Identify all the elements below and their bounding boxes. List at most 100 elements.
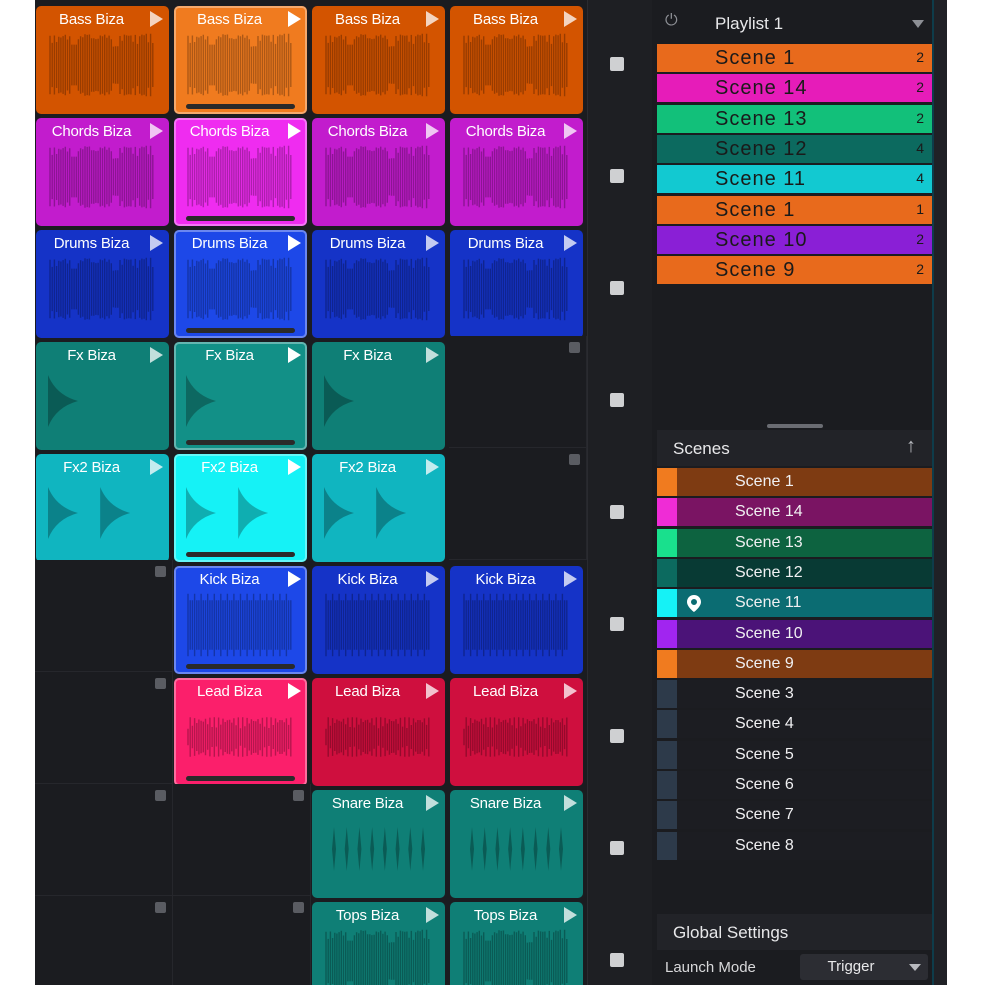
stop-icon[interactable] [155,902,166,913]
scene-stop-button[interactable] [610,729,624,743]
stop-icon[interactable] [569,454,580,465]
play-icon[interactable] [564,11,577,27]
play-icon[interactable] [288,683,301,699]
scene-item[interactable]: Scene 6 [657,771,932,799]
play-icon[interactable] [150,347,163,363]
clip-kick[interactable]: Kick Biza [312,566,445,674]
playlist-item[interactable]: Scene 11 4 [657,165,932,194]
clip-drums[interactable]: Drums Biza [36,230,169,338]
playlist-item[interactable]: Scene 1 2 [657,44,932,72]
chevron-down-icon[interactable] [912,20,924,28]
clip-kick[interactable]: Kick Biza [174,566,307,674]
clip-tops[interactable]: Tops Biza [450,902,583,985]
clip-bass[interactable]: Bass Biza [312,6,445,114]
play-icon[interactable] [288,571,301,587]
play-icon[interactable] [426,907,439,923]
play-icon[interactable] [426,123,439,139]
play-icon[interactable] [426,347,439,363]
scene-item[interactable]: Scene 11 [657,589,932,618]
scene-stop-button[interactable] [610,281,624,295]
stop-icon[interactable] [293,790,304,801]
empty-clip-slot[interactable] [35,672,173,784]
stop-icon[interactable] [155,790,166,801]
play-icon[interactable] [426,795,439,811]
playlist-item[interactable]: Scene 10 2 [657,225,932,254]
play-icon[interactable] [426,235,439,251]
arrow-up-icon[interactable]: ↑ [906,435,916,458]
empty-clip-slot[interactable] [35,560,173,672]
play-icon[interactable] [288,459,301,475]
power-icon[interactable]: ⏻ [665,12,678,30]
clip-fx2[interactable]: Fx2 Biza [174,454,307,562]
clip-fx[interactable]: Fx Biza [36,342,169,450]
scene-item[interactable]: Scene 14 [657,498,932,527]
clip-drums[interactable]: Drums Biza [174,230,307,338]
empty-clip-slot[interactable] [173,784,311,896]
clip-chords[interactable]: Chords Biza [174,118,307,226]
playlist-item[interactable]: Scene 1 1 [657,195,932,224]
scene-item[interactable]: Scene 13 [657,528,932,557]
clip-chords[interactable]: Chords Biza [36,118,169,226]
launch-mode-select[interactable]: Trigger [800,954,928,980]
scene-stop-button[interactable] [610,169,624,183]
clip-drums[interactable]: Drums Biza [312,230,445,338]
clip-bass[interactable]: Bass Biza [36,6,169,114]
play-icon[interactable] [564,571,577,587]
empty-clip-slot[interactable] [35,784,173,896]
panel-resize-handle[interactable] [767,424,823,428]
clip-fx2[interactable]: Fx2 Biza [312,454,445,562]
play-icon[interactable] [564,683,577,699]
scene-item[interactable]: Scene 3 [657,680,932,709]
clip-lead[interactable]: Lead Biza [312,678,445,786]
stop-icon[interactable] [569,342,580,353]
scene-stop-button[interactable] [610,841,624,855]
clip-fx[interactable]: Fx Biza [174,342,307,450]
clip-drums[interactable]: Drums Biza [450,230,583,338]
clip-kick[interactable]: Kick Biza [450,566,583,674]
play-icon[interactable] [150,235,163,251]
playlist-title[interactable]: Playlist 1 [715,14,783,34]
scene-stop-button[interactable] [610,617,624,631]
stop-icon[interactable] [293,902,304,913]
scene-item[interactable]: Scene 5 [657,740,932,769]
clip-lead[interactable]: Lead Biza [450,678,583,786]
stop-icon[interactable] [155,566,166,577]
play-icon[interactable] [150,11,163,27]
scene-item[interactable]: Scene 8 [657,831,932,860]
play-icon[interactable] [288,235,301,251]
clip-bass[interactable]: Bass Biza [450,6,583,114]
empty-clip-slot[interactable] [449,448,587,560]
playlist-item[interactable]: Scene 13 2 [657,104,932,133]
play-icon[interactable] [564,795,577,811]
play-icon[interactable] [564,907,577,923]
play-icon[interactable] [564,123,577,139]
play-icon[interactable] [288,123,301,139]
playlist-item[interactable]: Scene 12 4 [657,134,932,163]
play-icon[interactable] [150,459,163,475]
play-icon[interactable] [288,11,301,27]
scene-item[interactable]: Scene 4 [657,710,932,739]
scene-item[interactable]: Scene 10 [657,619,932,648]
playlist-item[interactable]: Scene 14 2 [657,74,932,103]
stop-icon[interactable] [155,678,166,689]
clip-tops[interactable]: Tops Biza [312,902,445,985]
clip-chords[interactable]: Chords Biza [312,118,445,226]
play-icon[interactable] [426,683,439,699]
empty-clip-slot[interactable] [173,896,311,985]
play-icon[interactable] [426,459,439,475]
playlist-item[interactable]: Scene 9 2 [657,256,932,285]
clip-snare[interactable]: Snare Biza [450,790,583,898]
play-icon[interactable] [288,347,301,363]
scene-item[interactable]: Scene 7 [657,801,932,830]
clip-snare[interactable]: Snare Biza [312,790,445,898]
clip-bass[interactable]: Bass Biza [174,6,307,114]
play-icon[interactable] [426,11,439,27]
play-icon[interactable] [426,571,439,587]
scene-stop-button[interactable] [610,393,624,407]
clip-chords[interactable]: Chords Biza [450,118,583,226]
scene-stop-button[interactable] [610,57,624,71]
scene-item[interactable]: Scene 1 [657,468,932,496]
scene-stop-button[interactable] [610,505,624,519]
clip-lead[interactable]: Lead Biza [174,678,307,786]
scene-item[interactable]: Scene 9 [657,649,932,678]
